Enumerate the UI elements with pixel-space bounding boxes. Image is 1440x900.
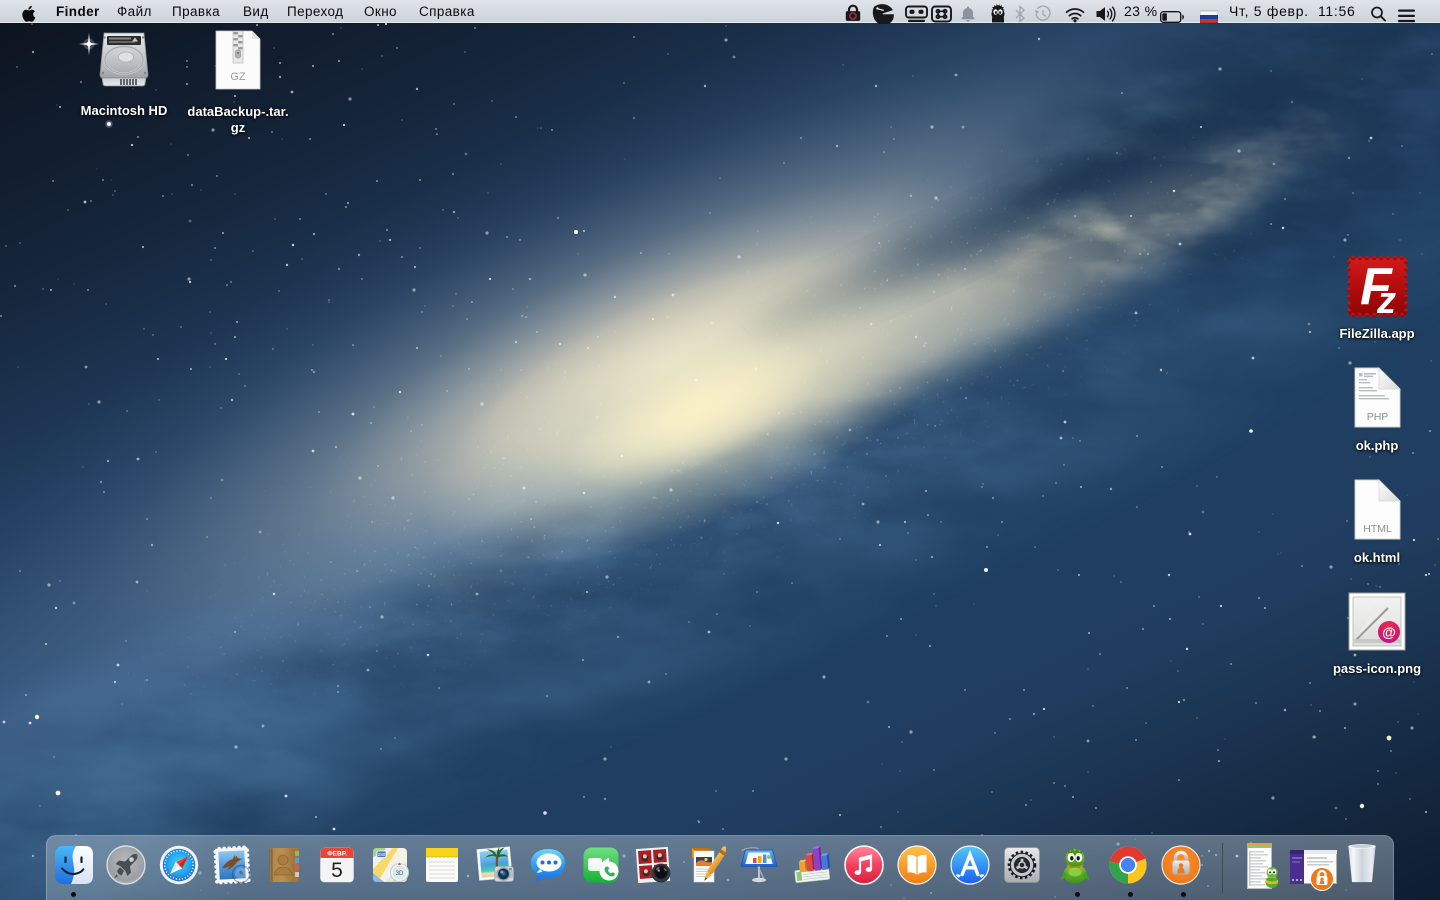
svg-text:z: z bbox=[1376, 280, 1396, 318]
svg-text:GZ: GZ bbox=[230, 71, 246, 83]
svg-text:5: 5 bbox=[331, 859, 343, 882]
svg-text:HTML: HTML bbox=[1363, 523, 1392, 535]
svg-text:PHP: PHP bbox=[1366, 411, 1388, 423]
svg-text:@: @ bbox=[1382, 624, 1396, 640]
svg-text:ФЕВР.: ФЕВР. bbox=[327, 851, 347, 858]
svg-text:280: 280 bbox=[378, 852, 386, 857]
svg-text:3D: 3D bbox=[396, 871, 404, 877]
